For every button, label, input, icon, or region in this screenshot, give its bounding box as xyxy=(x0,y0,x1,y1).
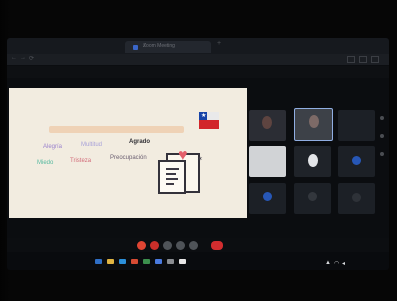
word-preocupacion: Preocupación xyxy=(110,155,147,161)
meeting-controls-bar xyxy=(7,238,389,252)
wifi-icon[interactable]: ◠ xyxy=(334,260,339,267)
zoom-header xyxy=(7,66,389,78)
task-icon-settings[interactable] xyxy=(179,259,186,264)
task-icon-folder[interactable] xyxy=(107,259,114,264)
task-icon-edge[interactable] xyxy=(119,259,126,264)
participant-tile-4[interactable] xyxy=(249,146,286,177)
mic-icon[interactable] xyxy=(137,241,146,250)
task-icon-generic[interactable] xyxy=(167,259,174,264)
scroll-indicator[interactable] xyxy=(380,152,384,156)
task-icon-zoom[interactable] xyxy=(155,259,162,264)
video-icon[interactable] xyxy=(150,241,159,250)
share-icon[interactable] xyxy=(163,241,172,250)
tray-arrow-icon[interactable]: ▲ xyxy=(325,260,331,266)
browser-address-bar[interactable]: ← → ⟳ xyxy=(7,54,389,65)
chat-icon[interactable] xyxy=(176,241,185,250)
task-icon-excel[interactable] xyxy=(143,259,150,264)
document-icon xyxy=(158,160,186,194)
word-alegria: Alegría xyxy=(43,144,63,150)
browser-tab-zoom[interactable]: Zoom Meeting × xyxy=(125,41,211,53)
reload-icon[interactable]: ⟳ xyxy=(29,55,34,62)
taskbar xyxy=(7,252,389,270)
avatar xyxy=(352,156,361,165)
back-icon[interactable]: ← xyxy=(11,55,17,61)
word-tristeza: Tristeza xyxy=(70,158,92,164)
word-multitud: Multitud xyxy=(81,142,103,148)
participant-tile-9[interactable] xyxy=(338,183,375,214)
avatar xyxy=(263,192,272,201)
participant-tile-1[interactable] xyxy=(249,110,286,141)
flag-star-icon: ★ xyxy=(201,113,207,119)
word-agrado: Agrado xyxy=(129,139,150,145)
participant-face xyxy=(308,154,318,167)
participants-icon[interactable] xyxy=(189,241,198,250)
tab-close-icon[interactable]: × xyxy=(143,43,208,49)
monitor: Zoom Meeting × + ← → ⟳ ★ Agrado Alegría … xyxy=(7,38,389,270)
close-window-icon[interactable] xyxy=(371,56,379,63)
scroll-indicator[interactable] xyxy=(380,134,384,138)
task-icon-office[interactable] xyxy=(131,259,138,264)
participant-tile-5[interactable] xyxy=(294,146,331,177)
shared-slide: ★ Agrado Alegría Multitud Miedo Tristeza… xyxy=(9,88,247,218)
slide-heading-banner xyxy=(49,126,184,133)
scroll-indicator[interactable] xyxy=(380,116,384,120)
participant-tile-3[interactable] xyxy=(338,110,375,141)
participant-tile-8[interactable] xyxy=(294,183,331,214)
participant-tile-6[interactable] xyxy=(338,146,375,177)
maximize-icon[interactable] xyxy=(359,56,367,63)
task-icon-browser[interactable] xyxy=(95,259,102,264)
participant-face xyxy=(309,115,319,128)
volume-icon[interactable]: ◂ xyxy=(342,260,345,267)
document-heart-illustration: ♥ ✶ xyxy=(156,147,203,194)
end-call-icon[interactable] xyxy=(211,241,223,250)
zoom-favicon-icon xyxy=(133,45,138,50)
browser-tab-strip: Zoom Meeting × + xyxy=(7,38,389,54)
photographed-screen: Zoom Meeting × + ← → ⟳ ★ Agrado Alegría … xyxy=(0,0,397,301)
chile-flag-icon: ★ xyxy=(199,112,219,129)
word-miedo: Miedo xyxy=(37,160,54,166)
avatar xyxy=(308,192,317,201)
participant-face xyxy=(262,116,272,129)
participant-tile-7[interactable] xyxy=(249,183,286,214)
heart-icon: ♥ xyxy=(178,147,188,164)
minimize-icon[interactable] xyxy=(347,56,355,63)
new-tab-icon[interactable]: + xyxy=(217,40,221,47)
avatar xyxy=(352,193,361,202)
participant-tile-2[interactable] xyxy=(294,108,333,141)
forward-icon[interactable]: → xyxy=(20,55,26,61)
sparkle-icon: ✶ xyxy=(197,156,203,163)
